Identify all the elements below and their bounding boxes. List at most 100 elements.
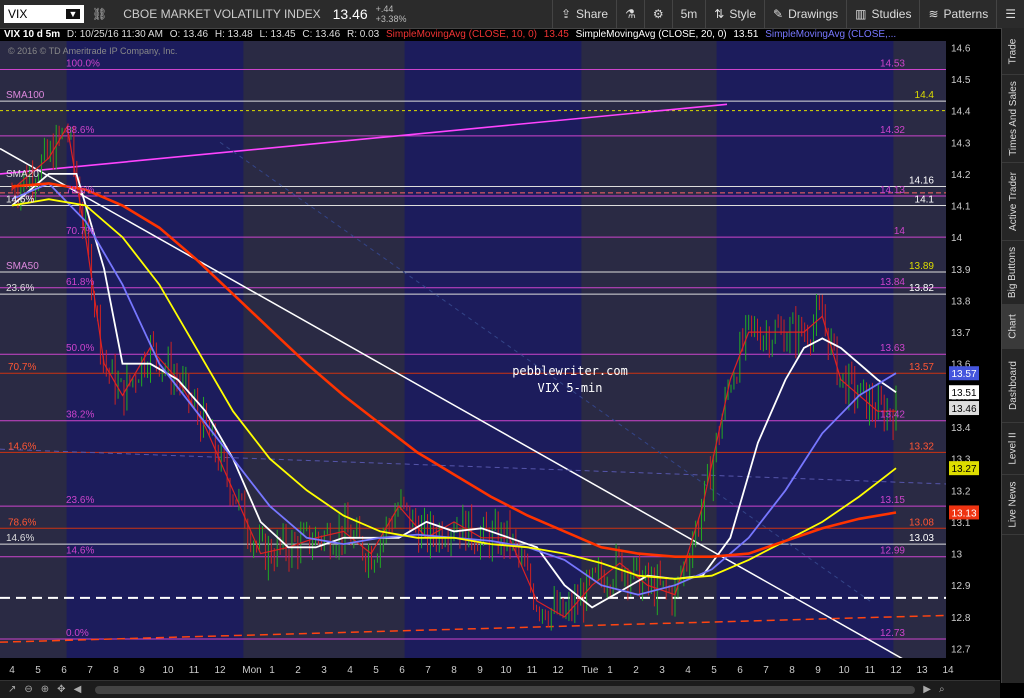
fib-price: 14.13 — [880, 185, 905, 196]
sidebar-tab-big-buttons[interactable]: Big Buttons — [1002, 240, 1024, 305]
fib-label: 61.8% — [66, 277, 94, 288]
x-tick-label: 3 — [321, 665, 327, 676]
caret-down-icon[interactable]: ▼ — [66, 9, 80, 19]
x-tick-label: 13 — [916, 665, 928, 676]
fib-price: 12.99 — [880, 546, 905, 557]
fib-price: 13.84 — [880, 277, 905, 288]
y-tick-label: 14.6 — [951, 43, 971, 54]
fib-price: 14 — [894, 226, 906, 237]
x-tick-label: 6 — [399, 665, 405, 676]
x-tick-label: 10 — [838, 665, 850, 676]
fib-price: 12.73 — [880, 628, 905, 639]
y-tick-label: 13.2 — [951, 486, 971, 497]
sidebar-tab-trade[interactable]: Trade — [1002, 28, 1024, 75]
scroll-left-icon[interactable]: ◀ — [74, 684, 82, 695]
red-level-price: 13.08 — [909, 517, 934, 528]
zoom-out-icon[interactable]: ⊖ — [24, 684, 32, 695]
x-tick-label: 9 — [815, 665, 821, 676]
x-tick-label: 11 — [865, 665, 876, 676]
low: L: 13.45 — [259, 29, 296, 40]
open: O: 13.46 — [169, 29, 209, 40]
red-level-label: 70.7% — [8, 362, 36, 373]
close: C: 13.46 — [302, 29, 341, 40]
studies-icon: ▥ — [855, 7, 867, 21]
studies-button[interactable]: ▥ Studies — [846, 0, 919, 28]
x-tick-label: 9 — [139, 665, 145, 676]
white-level-price: 14.4 — [915, 90, 935, 101]
copyright-text: © 2016 © TD Ameritrade IP Company, Inc. — [8, 46, 178, 56]
y-tick-label: 13 — [951, 550, 963, 561]
patterns-button[interactable]: ≋ Patterns — [919, 0, 996, 28]
scroll-right-icon[interactable]: ▶ — [923, 684, 931, 695]
white-level-label: SMA100 — [6, 90, 45, 101]
sidebar-tab-dashboard[interactable]: Dashboard — [1002, 348, 1024, 423]
sidebar-tab-times-and-sales[interactable]: Times And Sales — [1002, 74, 1024, 163]
sidebar-tab-label: Active Trader — [1007, 171, 1019, 231]
symbol-period: VIX 10 d 5m — [4, 29, 61, 40]
hamburger-icon: ☰ — [1005, 7, 1016, 21]
fib-price: 13.15 — [880, 495, 905, 506]
time-axis: 4 5 6 7 8 9 10 11 12 Mon 1 2 3 4 5 6 7 8 9 10 11 12 Tue 1 2 3 4 5 6 7… — [0, 658, 1001, 680]
sma20-label[interactable]: SimpleMovingAvg (CLOSE, 20, 0) — [576, 29, 727, 40]
sidebar-tab-level-ii[interactable]: Level II — [1002, 422, 1024, 475]
bottom-toolbar: ↗ ⊖ ⊕ ✥ ◀ ▶ ⌕ — [0, 680, 1000, 698]
drawings-button[interactable]: ✎ Drawings — [764, 0, 846, 28]
studies-label: Studies — [871, 7, 912, 21]
style-icon: ⇅ — [714, 7, 725, 21]
y-tick-label: 14.3 — [951, 138, 971, 149]
pencil-icon: ✎ — [773, 7, 784, 21]
fib-label: 100.0% — [66, 58, 100, 69]
x-tick-label: 4 — [347, 665, 353, 676]
sma-more-label[interactable]: SimpleMovingAvg (CLOSE,... — [765, 29, 896, 40]
share-icon: ⇪ — [560, 7, 572, 21]
timeframe-button[interactable]: 5m — [671, 0, 706, 28]
style-button[interactable]: ⇅ Style — [705, 0, 764, 28]
x-tick-label: Mon — [242, 665, 261, 676]
fib-label: 38.2% — [66, 410, 94, 421]
time-scrollbar[interactable] — [95, 685, 916, 694]
y-tick-label: 14 — [951, 233, 963, 244]
x-tick-label: 6 — [737, 665, 743, 676]
high: H: 13.48 — [214, 29, 253, 40]
link-icon[interactable]: ⛓ — [92, 7, 107, 21]
sidebar-tab-active-trader[interactable]: Active Trader — [1002, 162, 1024, 241]
price-badge-label: 13.57 — [951, 369, 976, 380]
x-tick-label: 7 — [425, 665, 431, 676]
price-chart[interactable]: 100.0% 14.5388.6% 14.3278.6% 14.1370.7% 1461… — [0, 41, 1001, 680]
symbol-input[interactable]: VIX ▼ — [4, 5, 84, 23]
watermark-site: pebblewriter.com — [512, 364, 628, 378]
pan-icon[interactable]: ✥ — [57, 684, 65, 695]
price-badge-label: 13.51 — [951, 388, 976, 399]
share-button[interactable]: ⇪ Share — [551, 0, 616, 28]
settings-button[interactable]: ⚙ — [643, 0, 672, 28]
fib-label: 0.0% — [66, 628, 89, 639]
study-info-bar: VIX 10 d 5m D: 10/25/16 11:30 AM O: 13.4… — [0, 28, 1024, 41]
x-tick-label: 8 — [113, 665, 119, 676]
sma10-label[interactable]: SimpleMovingAvg (CLOSE, 10, 0) — [386, 29, 537, 40]
y-tick-label: 13.1 — [951, 518, 971, 529]
x-tick-label: 8 — [789, 665, 795, 676]
price-axis: 12.712.812.91313.113.213.313.413.513.613… — [946, 41, 1001, 658]
drawing-tool-icon[interactable]: ↗ — [8, 684, 16, 695]
extra-level-label: 14.6% — [6, 195, 34, 206]
x-tick-label: 10 — [162, 665, 174, 676]
patterns-label: Patterns — [943, 7, 989, 21]
zoom-in-icon[interactable]: ⊕ — [41, 684, 49, 695]
sidebar-tab-live-news[interactable]: Live News — [1002, 474, 1024, 535]
x-tick-label: 1 — [607, 665, 613, 676]
white-level-price: 13.03 — [909, 533, 934, 544]
menu-button[interactable]: ☰ — [996, 0, 1024, 28]
flask-button[interactable]: ⚗ — [616, 0, 644, 28]
x-tick-label: 12 — [552, 665, 564, 676]
magnifier-icon[interactable]: ⌕ — [939, 684, 945, 695]
symbol-text: VIX — [8, 7, 28, 21]
sidebar-tab-label: Chart — [1007, 313, 1019, 339]
gear-icon: ⚙ — [652, 7, 664, 21]
x-tick-label: 11 — [189, 665, 200, 676]
sidebar-tab-label: Times And Sales — [1007, 80, 1019, 156]
x-tick-label: 10 — [500, 665, 512, 676]
sidebar-tab-chart[interactable]: Chart — [1002, 304, 1024, 349]
fib-label: 50.0% — [66, 343, 94, 354]
x-tick-label: 4 — [9, 665, 15, 676]
x-tick-label: 5 — [711, 665, 717, 676]
